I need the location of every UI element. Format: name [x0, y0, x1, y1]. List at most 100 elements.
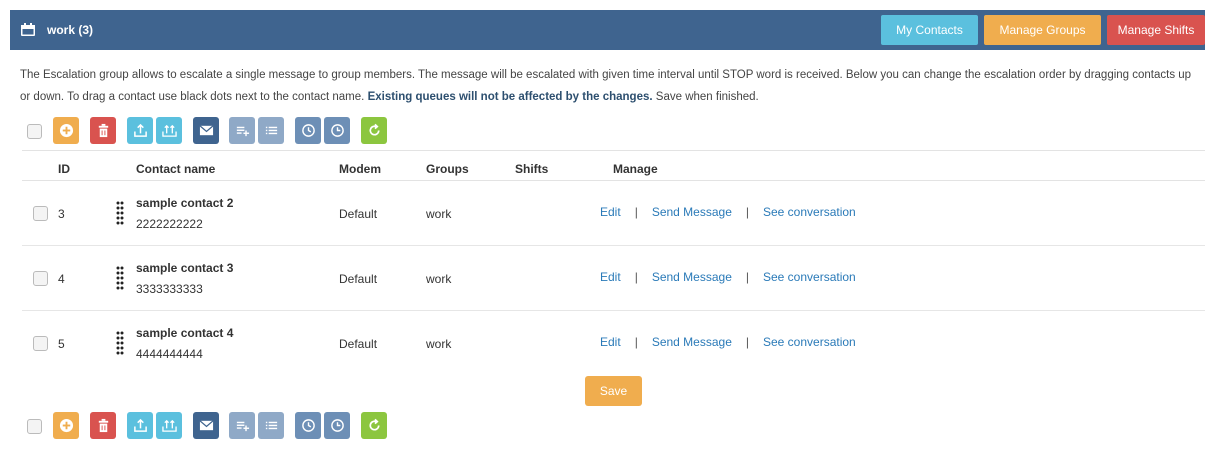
contact-modem: Default [339, 337, 378, 351]
import-button[interactable] [127, 117, 153, 144]
column-id: ID [58, 162, 70, 176]
add-to-list-button[interactable] [229, 412, 255, 439]
contact-name: sample contact 2 [136, 196, 234, 210]
delete-icon [98, 123, 108, 138]
contact-groups: work [426, 272, 452, 286]
bulk-import-button[interactable] [156, 117, 182, 144]
add-icon [59, 418, 73, 433]
separator: | [634, 335, 638, 349]
row-checkbox[interactable] [33, 206, 48, 221]
column-modem: Modem [339, 162, 381, 176]
row-actions: Edit | Send Message | See conversation [600, 270, 856, 284]
refresh-icon [368, 123, 380, 136]
message-button[interactable] [193, 117, 219, 144]
see-conversation-link[interactable]: See conversation [763, 205, 856, 219]
contact-phone: 2222222222 [136, 217, 203, 231]
clock-button[interactable] [295, 412, 321, 439]
list-button[interactable] [258, 412, 284, 439]
add-button[interactable] [53, 117, 79, 144]
add-list-icon [236, 421, 249, 432]
column-contact-name: Contact name [136, 162, 216, 176]
description-text: The Escalation group allows to escalate … [20, 64, 1200, 108]
description-bold: Existing queues will not be affected by … [367, 91, 653, 103]
table-row: 3 sample contact 2 2222222222 Default wo… [22, 181, 1205, 246]
manage-shifts-button[interactable]: Manage Shifts [1107, 15, 1205, 45]
column-manage: Manage [613, 162, 658, 176]
select-all-checkbox[interactable] [27, 419, 42, 434]
table-header: ID Contact name Modem Groups Shifts Mana… [22, 150, 1205, 181]
contact-name: sample contact 3 [136, 261, 234, 275]
list-button[interactable] [258, 117, 284, 144]
clock-button[interactable] [295, 117, 321, 144]
row-actions: Edit | Send Message | See conversation [600, 335, 856, 349]
import-icon [133, 418, 147, 432]
send-message-link[interactable]: Send Message [652, 205, 732, 219]
separator: | [745, 335, 749, 349]
separator: | [745, 205, 749, 219]
refresh-icon [368, 418, 380, 431]
contact-phone: 4444444444 [136, 347, 203, 361]
clock-icon [301, 419, 315, 432]
add-icon [59, 123, 73, 138]
row-id: 3 [58, 207, 65, 221]
list-icon [265, 421, 277, 430]
my-contacts-button[interactable]: My Contacts [881, 15, 978, 45]
panel-title: work (3) [47, 23, 94, 37]
schedule-icon [330, 124, 344, 137]
separator: | [634, 205, 638, 219]
edit-link[interactable]: Edit [600, 205, 621, 219]
bulk-import-button[interactable] [156, 412, 182, 439]
see-conversation-link[interactable]: See conversation [763, 270, 856, 284]
row-actions: Edit | Send Message | See conversation [600, 205, 856, 219]
separator: | [745, 270, 749, 284]
contact-groups: work [426, 337, 452, 351]
send-message-link[interactable]: Send Message [652, 270, 732, 284]
clock-icon [301, 124, 315, 137]
drag-handle-icon[interactable] [116, 201, 124, 227]
delete-button[interactable] [90, 412, 116, 439]
save-button[interactable]: Save [585, 376, 642, 406]
separator: | [634, 270, 638, 284]
edit-link[interactable]: Edit [600, 270, 621, 284]
delete-button[interactable] [90, 117, 116, 144]
manage-groups-button[interactable]: Manage Groups [984, 15, 1101, 45]
row-id: 4 [58, 272, 65, 286]
contact-modem: Default [339, 207, 378, 221]
message-icon [199, 125, 213, 136]
import-button[interactable] [127, 412, 153, 439]
panel-header: work (3) My Contacts Manage Groups Manag… [10, 10, 1205, 50]
column-groups: Groups [426, 162, 469, 176]
contact-modem: Default [339, 272, 378, 286]
add-to-list-button[interactable] [229, 117, 255, 144]
row-checkbox[interactable] [33, 271, 48, 286]
contact-name: sample contact 4 [136, 326, 234, 340]
drag-handle-icon[interactable] [116, 331, 124, 357]
table-row: 5 sample contact 4 4444444444 Default wo… [22, 311, 1205, 376]
description-part2: Save when finished. [655, 91, 759, 103]
refresh-button[interactable] [361, 117, 387, 144]
message-button[interactable] [193, 412, 219, 439]
bulk-import-icon [161, 124, 177, 137]
add-list-icon [236, 126, 249, 137]
send-message-link[interactable]: Send Message [652, 335, 732, 349]
see-conversation-link[interactable]: See conversation [763, 335, 856, 349]
schedule-button[interactable] [324, 412, 350, 439]
drag-handle-icon[interactable] [116, 266, 124, 292]
schedule-icon [330, 419, 344, 432]
select-all-checkbox[interactable] [27, 124, 42, 139]
row-id: 5 [58, 337, 65, 351]
schedule-button[interactable] [324, 117, 350, 144]
delete-icon [98, 418, 108, 433]
bulk-import-icon [161, 419, 177, 432]
add-button[interactable] [53, 412, 79, 439]
import-icon [133, 123, 147, 137]
list-icon [265, 126, 277, 135]
contact-phone: 3333333333 [136, 282, 203, 296]
column-shifts: Shifts [515, 162, 549, 176]
calendar-icon [21, 23, 35, 36]
edit-link[interactable]: Edit [600, 335, 621, 349]
refresh-button[interactable] [361, 412, 387, 439]
contact-groups: work [426, 207, 452, 221]
row-checkbox[interactable] [33, 336, 48, 351]
message-icon [199, 420, 213, 431]
